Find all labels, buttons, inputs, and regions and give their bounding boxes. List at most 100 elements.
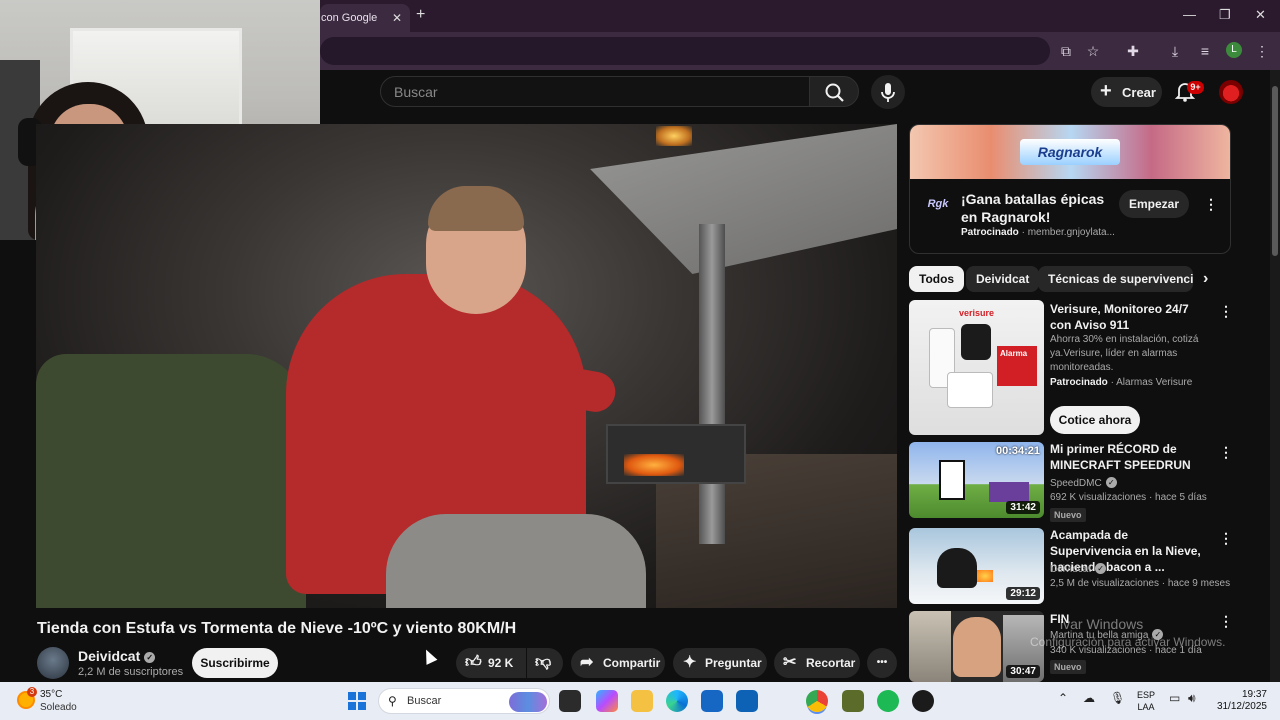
rec-channel-row[interactable]: Deividcat ✓: [1050, 563, 1107, 575]
ad-menu-icon[interactable]: ⋮: [1204, 197, 1218, 211]
rec-thumbnail[interactable]: 30:47: [909, 611, 1044, 682]
scissors-icon: ✂: [783, 654, 797, 671]
close-window-button[interactable]: ✕: [1255, 7, 1266, 23]
address-bar[interactable]: [320, 37, 1050, 65]
minimize-button[interactable]: —: [1183, 7, 1196, 22]
network-icon[interactable]: ▭: [1169, 691, 1180, 705]
quote-now-button[interactable]: Cotice ahora: [1050, 406, 1140, 434]
chrome-icon[interactable]: [806, 690, 828, 712]
store-icon[interactable]: [701, 690, 723, 712]
rec-title[interactable]: Verisure, Monitoreo 24/7 con Aviso 911: [1050, 301, 1210, 333]
share-icon: ➦: [580, 654, 594, 671]
search-button[interactable]: [809, 76, 859, 107]
dislike-button[interactable]: 👎︎: [527, 648, 563, 678]
weather-alert-badge: 3: [27, 687, 37, 697]
verified-check-icon: ✓: [1105, 477, 1117, 488]
thumbs-down-icon: 👎︎: [535, 654, 552, 671]
volume-icon[interactable]: 🔊︎: [1188, 691, 1196, 706]
browser-menu-icon[interactable]: ⋮: [1253, 42, 1271, 60]
rec-menu-icon[interactable]: ⋮: [1219, 304, 1233, 318]
thumb-portrait-center: [953, 617, 1001, 677]
screen: con Google ✕ + — ❐ ✕ ⧉ ☆ ✚ ⤓ ≡ L ⋮ Busca…: [0, 0, 1280, 720]
ask-button[interactable]: ✦ Preguntar: [673, 648, 767, 678]
weather-temperature[interactable]: 35°C: [40, 689, 62, 700]
extensions-icon[interactable]: ✚: [1124, 42, 1142, 60]
taskbar-search[interactable]: ⚲ Buscar: [378, 688, 550, 714]
chevron-right-icon[interactable]: ›: [1203, 270, 1208, 288]
ad-domain: member.gnjoylata...: [1027, 227, 1115, 238]
app-icon[interactable]: [842, 690, 864, 712]
input-language[interactable]: ESP LAA: [1137, 689, 1155, 713]
ad-start-button[interactable]: Empezar: [1119, 190, 1189, 218]
more-actions-button[interactable]: •••: [867, 648, 897, 678]
share-button[interactable]: ➦ Compartir: [571, 648, 665, 678]
maximize-button[interactable]: ❐: [1219, 7, 1231, 23]
edge-icon[interactable]: [666, 690, 688, 712]
rec-menu-icon[interactable]: ⋮: [1219, 445, 1233, 459]
ask-label: Preguntar: [705, 656, 762, 670]
rec-channel-row[interactable]: SpeedDMC ✓: [1050, 477, 1117, 489]
clip-button[interactable]: ✂ Recortar: [774, 648, 860, 678]
search-input[interactable]: Buscar: [380, 76, 810, 107]
capture-app-icon[interactable]: [912, 690, 934, 712]
taskbar-search-icon: ⚲: [388, 694, 397, 708]
onedrive-icon[interactable]: ☁: [1083, 691, 1095, 705]
new-tab-button[interactable]: +: [416, 6, 425, 24]
media-control-icon[interactable]: ≡: [1196, 42, 1214, 60]
rec-thumbnail[interactable]: 29:12: [909, 528, 1044, 604]
tab-title: con Google: [321, 12, 378, 24]
task-view-icon[interactable]: [559, 690, 581, 712]
tab-close-icon[interactable]: ✕: [392, 6, 402, 30]
cast-icon[interactable]: ⧉: [1057, 42, 1075, 60]
rec-channel[interactable]: Deividcat: [1050, 564, 1091, 575]
account-avatar[interactable]: [1219, 80, 1243, 104]
download-icon[interactable]: ⤓: [1166, 42, 1184, 60]
ad-banner-logo: Ragnarok: [1020, 139, 1120, 165]
ad-banner[interactable]: Ragnarok: [910, 125, 1230, 179]
video-duration: 29:12: [1006, 587, 1040, 600]
thumb-character: [939, 460, 965, 500]
outlook-icon[interactable]: [736, 690, 758, 712]
video-person-leg: [386, 514, 646, 608]
channel-name[interactable]: Deividcat: [78, 648, 140, 664]
rec-thumbnail[interactable]: 00:34:21 31:42: [909, 442, 1044, 518]
create-button[interactable]: + Crear: [1091, 77, 1162, 107]
like-button[interactable]: 👍︎ 92 K: [456, 648, 526, 678]
microphone-tray-icon[interactable]: 🎙︎: [1110, 691, 1125, 705]
channel-name-row[interactable]: Deividcat ✓: [78, 648, 156, 664]
system-clock[interactable]: 19:37 31/12/2025: [1215, 689, 1267, 713]
subscribe-button[interactable]: Suscribirme: [192, 648, 278, 678]
thumb-tag: Alarma: [997, 346, 1037, 386]
chip-all[interactable]: Todos: [909, 266, 965, 292]
rec-channel[interactable]: SpeedDMC: [1050, 478, 1102, 489]
channel-avatar[interactable]: [37, 647, 69, 679]
video-duration: 30:47: [1006, 665, 1040, 678]
file-explorer-icon[interactable]: [631, 690, 653, 712]
thumb-portrait-left: [909, 611, 951, 682]
ad-title[interactable]: ¡Gana batallas épicas en Ragnarok!: [961, 190, 1111, 226]
bookmark-star-icon[interactable]: ☆: [1084, 42, 1102, 60]
show-hidden-icons-chevron-icon[interactable]: ⌃: [1058, 691, 1068, 705]
ad-sponsored-label: Patrocinado: [961, 227, 1019, 238]
thumb-timer: 00:34:21: [995, 445, 1040, 457]
rec-title[interactable]: Mi primer RÉCORD de MINECRAFT SPEEDRUN: [1050, 441, 1210, 473]
rec-sponsored-label: Patrocinado: [1050, 377, 1108, 388]
voice-search-button[interactable]: [871, 75, 905, 109]
spotify-icon[interactable]: [877, 690, 899, 712]
scrollbar-thumb[interactable]: [1272, 86, 1278, 256]
microphone-icon: [881, 83, 895, 102]
weather-condition[interactable]: Soleado: [40, 702, 77, 713]
video-player[interactable]: [36, 124, 897, 608]
chip-survival[interactable]: Técnicas de supervivencia: [1038, 266, 1193, 292]
windows-start-icon[interactable]: [348, 692, 366, 710]
ad-sponsored-line: Patrocinado · member.gnjoylata...: [961, 227, 1115, 238]
profile-avatar[interactable]: L: [1226, 42, 1242, 58]
video-title: Tienda con Estufa vs Tormenta de Nieve -…: [37, 620, 517, 637]
rec-menu-icon[interactable]: ⋮: [1219, 614, 1233, 628]
browser-tab[interactable]: con Google ✕: [320, 4, 410, 32]
chip-channel[interactable]: Deividcat: [966, 266, 1040, 292]
copilot-icon[interactable]: [596, 690, 618, 712]
rec-thumbnail[interactable]: verisure Alarma: [909, 300, 1044, 435]
rec-menu-icon[interactable]: ⋮: [1219, 531, 1233, 545]
subscriber-count: 2,2 M de suscriptores: [78, 666, 184, 678]
